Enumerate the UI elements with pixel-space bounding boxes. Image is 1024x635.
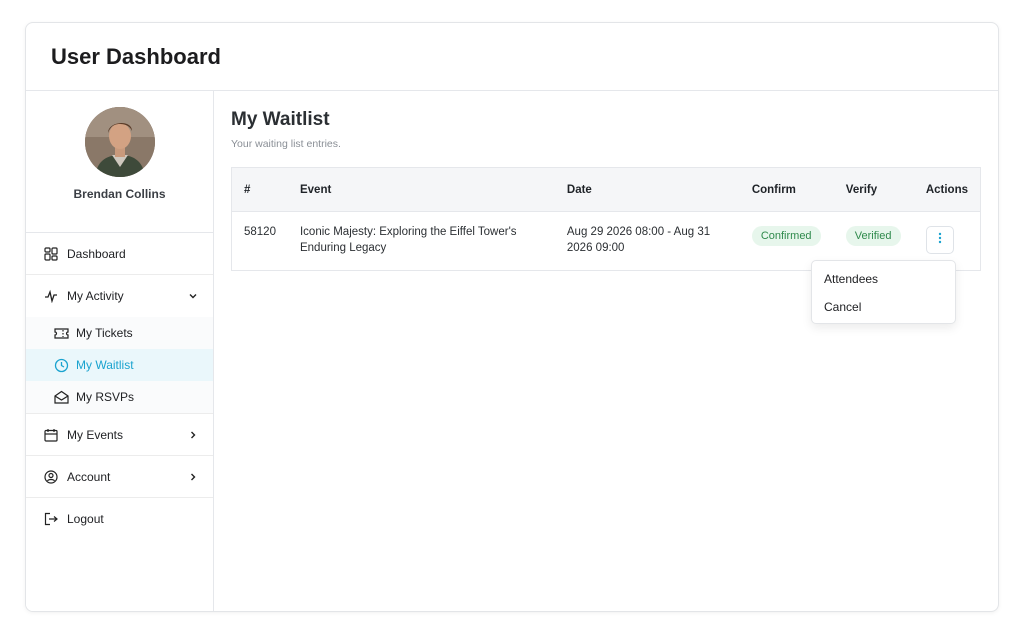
cell-date: Aug 29 2026 08:00 - Aug 31 2026 09:00 bbox=[566, 226, 711, 254]
sidebar-item-label: My Waitlist bbox=[76, 358, 134, 372]
activity-icon bbox=[42, 287, 60, 305]
chevron-right-icon bbox=[187, 429, 199, 441]
profile-name: Brendan Collins bbox=[73, 187, 166, 201]
column-header-confirm: Confirm bbox=[739, 167, 834, 212]
menu-item-attendees[interactable]: Attendees bbox=[812, 265, 955, 293]
grid-icon bbox=[42, 245, 60, 263]
column-header-verify: Verify bbox=[833, 167, 914, 212]
sidebar-item-label: My Events bbox=[67, 427, 124, 442]
verify-status-badge: Verified bbox=[845, 226, 901, 246]
column-header-actions: Actions bbox=[913, 167, 981, 212]
page-title: User Dashboard bbox=[51, 43, 221, 69]
calendar-icon bbox=[42, 426, 60, 444]
column-header-id: # bbox=[231, 167, 288, 212]
waitlist-table: # Event Date Confirm Verify Actions 5812… bbox=[231, 167, 981, 271]
row-actions-button[interactable] bbox=[925, 226, 954, 254]
sidebar-item-my-waitlist[interactable]: My Waitlist bbox=[26, 349, 213, 381]
sidebar-item-label: My Activity bbox=[67, 289, 124, 303]
avatar bbox=[84, 107, 155, 177]
sidebar-item-account[interactable]: Account bbox=[26, 456, 213, 498]
cell-event: Iconic Majesty: Exploring the Eiffel Tow… bbox=[299, 226, 517, 254]
chevron-down-icon bbox=[187, 290, 199, 302]
sidebar-item-label: Logout bbox=[67, 512, 104, 526]
ticket-icon bbox=[52, 324, 70, 342]
user-circle-icon bbox=[42, 468, 60, 486]
column-header-date: Date bbox=[554, 167, 740, 212]
menu-item-cancel[interactable]: Cancel bbox=[812, 293, 955, 321]
logout-icon bbox=[42, 510, 60, 528]
confirm-status-badge: Confirmed bbox=[751, 226, 821, 246]
envelope-open-icon bbox=[52, 388, 70, 406]
card-header: User Dashboard bbox=[26, 23, 998, 91]
my-activity-submenu: My Tickets My Waitlist My RSVPs bbox=[26, 317, 213, 414]
sidebar: Brendan Collins Dashboard My Activity My… bbox=[26, 91, 214, 611]
table-header-row: # Event Date Confirm Verify Actions bbox=[231, 167, 981, 212]
clock-icon bbox=[52, 356, 70, 374]
column-header-event: Event bbox=[287, 167, 555, 212]
sidebar-item-my-rsvps[interactable]: My RSVPs bbox=[26, 381, 213, 413]
cell-id: 58120 bbox=[244, 226, 276, 238]
row-actions-menu: Attendees Cancel bbox=[811, 260, 956, 324]
sidebar-item-my-events[interactable]: My Events bbox=[26, 414, 213, 456]
sidebar-item-my-activity[interactable]: My Activity bbox=[26, 275, 213, 317]
sidebar-item-label: Dashboard bbox=[67, 246, 126, 261]
profile-section: Brendan Collins bbox=[26, 91, 213, 233]
section-subtitle: Your waiting list entries. bbox=[231, 138, 341, 150]
main-content: My Waitlist Your waiting list entries. #… bbox=[214, 91, 998, 611]
dashboard-card: User Dashboard Brendan Collins Dashboard… bbox=[25, 22, 999, 612]
more-vertical-icon bbox=[938, 232, 942, 249]
sidebar-item-label: Account bbox=[67, 469, 111, 484]
sidebar-item-dashboard[interactable]: Dashboard bbox=[26, 233, 213, 275]
section-title: My Waitlist bbox=[231, 109, 330, 130]
chevron-right-icon bbox=[187, 471, 199, 483]
sidebar-item-my-tickets[interactable]: My Tickets bbox=[26, 317, 213, 349]
sidebar-item-logout[interactable]: Logout bbox=[26, 498, 213, 540]
sidebar-item-label: My RSVPs bbox=[76, 390, 135, 404]
sidebar-item-label: My Tickets bbox=[76, 326, 133, 340]
